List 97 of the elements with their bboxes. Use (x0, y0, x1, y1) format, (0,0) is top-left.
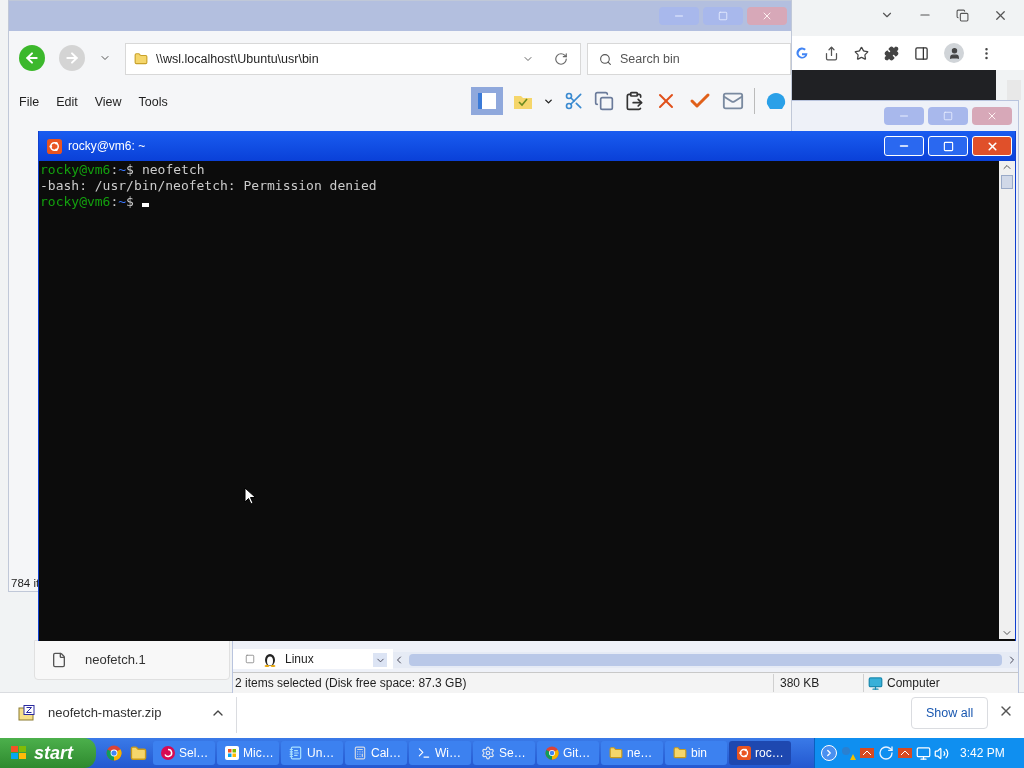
taskbar-button[interactable]: Se… (473, 741, 535, 765)
menu-item[interactable]: Tools (138, 93, 168, 112)
command-text: neofetch (141, 162, 205, 178)
extensions-icon[interactable] (884, 45, 899, 61)
quick-launch-icon[interactable] (106, 745, 122, 761)
back-button[interactable] (19, 45, 45, 71)
zone-label: Computer (887, 675, 940, 692)
start-button[interactable]: start (0, 738, 96, 768)
zip-file-icon (18, 704, 36, 721)
sync-icon[interactable] (878, 745, 894, 761)
prompt-path: ~ (118, 162, 127, 178)
taskbar-button[interactable]: Sel… (153, 741, 215, 765)
close-button[interactable] (972, 136, 1012, 156)
computer-icon (868, 675, 883, 691)
taskbar-button[interactable]: bin (665, 741, 727, 765)
search-field[interactable]: Search bin (587, 43, 791, 75)
chevron-right-icon (824, 748, 834, 758)
google-icon[interactable] (795, 46, 809, 60)
ubuntu-logo-icon (737, 746, 751, 760)
profile-avatar[interactable] (944, 43, 964, 63)
side-panel-icon[interactable] (914, 45, 929, 61)
mail-icon[interactable] (722, 90, 744, 112)
shell-icon[interactable] (765, 91, 787, 111)
close-button[interactable] (972, 107, 1012, 125)
warning-icon[interactable] (840, 745, 856, 761)
store-icon (225, 746, 239, 760)
bookmark-star-icon[interactable] (854, 45, 869, 61)
chrome-logo-icon (545, 746, 559, 760)
calculator-icon (353, 746, 367, 760)
scrollbar-thumb[interactable] (409, 654, 1002, 666)
clock: 3:42 PM (960, 745, 1005, 762)
show-hidden-icons-button[interactable] (821, 745, 837, 761)
restore-icon[interactable] (956, 8, 969, 22)
show-all-button[interactable]: Show all (911, 697, 989, 729)
tree-item[interactable]: Linux (285, 650, 314, 668)
prompt-separator: : (110, 194, 119, 210)
swirl-logo-icon (161, 746, 175, 760)
chrome-logo-icon (106, 745, 122, 761)
close-icon (985, 139, 999, 153)
prompt-user: rocky@vm6 (40, 194, 111, 210)
address-bar[interactable]: \\wsl.localhost\Ubuntu\usr\bin (125, 43, 581, 75)
prompt-separator: : (110, 162, 119, 178)
refresh-icon[interactable] (554, 52, 568, 66)
maximize-icon (943, 111, 953, 121)
prompt-user: rocky@vm6 (40, 162, 111, 178)
mouse-pointer-icon (244, 487, 256, 505)
taskbar-button[interactable]: Mic… (217, 741, 279, 765)
network-icon[interactable] (897, 746, 913, 760)
scroll-down-button[interactable] (373, 653, 387, 667)
menu-item[interactable]: Edit (56, 93, 78, 112)
network-icon[interactable] (859, 746, 875, 760)
gear-icon (481, 746, 495, 760)
document-icon (51, 652, 67, 668)
share-icon[interactable] (824, 45, 839, 61)
search-icon (599, 53, 612, 66)
output-text: -bash: /usr/bin/neofetch: Permission denied (40, 178, 377, 193)
folder-icon (673, 746, 687, 760)
prompt-symbol: $ (126, 194, 134, 210)
folder-icon (134, 52, 148, 66)
cut-icon[interactable] (564, 91, 584, 111)
close-icon (986, 110, 998, 122)
address-text: \\wsl.localhost\Ubuntu\usr\bin (156, 50, 320, 68)
close-icon (761, 10, 773, 22)
prompt-symbol: $ (126, 162, 134, 178)
taskbar-button[interactable]: ne… (601, 741, 663, 765)
status-text: 2 items selected (Disk free space: 87.3 GB) (234, 675, 468, 692)
download-file-name: neofetch-master.zip (48, 704, 163, 722)
scrollbar-thumb[interactable] (1001, 175, 1013, 189)
menu-item[interactable]: File (19, 93, 40, 112)
maximize-icon (718, 11, 728, 21)
preview-pane-button[interactable] (471, 87, 503, 115)
volume-icon[interactable] (934, 745, 949, 761)
arrow-right-icon (64, 50, 80, 66)
minimize-button[interactable] (884, 136, 924, 156)
notepad-icon (289, 746, 303, 760)
folder-icon[interactable] (130, 744, 147, 762)
taskbar-button[interactable]: Un… (281, 741, 343, 765)
prompt-path: ~ (118, 194, 127, 210)
display-icon[interactable] (916, 745, 931, 761)
copy-icon[interactable] (594, 91, 614, 111)
taskbar-button[interactable]: roc… (729, 741, 791, 765)
taskbar-button[interactable]: Cal… (345, 741, 407, 765)
windows-logo-icon (10, 745, 28, 761)
maximize-icon (942, 140, 954, 152)
maximize-button[interactable] (928, 136, 968, 156)
terminal-icon (417, 746, 431, 760)
paste-icon[interactable] (624, 91, 644, 111)
folder-icon (609, 746, 623, 760)
selection-size: 380 KB (773, 674, 863, 692)
scrollbar (1007, 80, 1021, 100)
window-title: rocky@vm6: ~ (68, 138, 147, 155)
collapse-box-icon[interactable] (245, 654, 255, 664)
ubuntu-logo-icon (47, 138, 62, 154)
menu-item[interactable]: View (94, 93, 122, 112)
list-entry[interactable]: neofetch.1 (85, 650, 146, 670)
taskbar-button[interactable]: Wi… (409, 741, 471, 765)
taskbar-button[interactable]: Git… (537, 741, 599, 765)
